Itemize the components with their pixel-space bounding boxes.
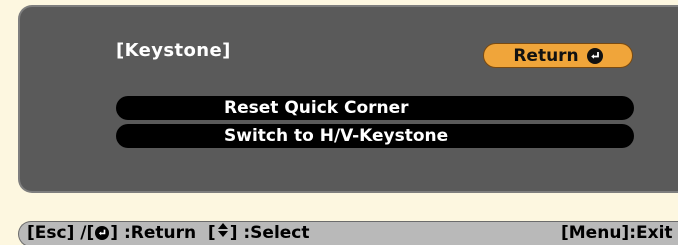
esc-hint: [Esc] /[ <box>27 223 95 243</box>
menu-item-switch-hv-keystone[interactable]: Switch to H/V-Keystone <box>116 124 634 148</box>
menu-item-reset-quick-corner[interactable]: Reset Quick Corner <box>116 96 634 120</box>
menu-title: [Keystone] <box>116 40 231 61</box>
menu-item-label: Reset Quick Corner <box>224 98 409 118</box>
navigation-hints: [Esc] /[ ] :Return [ ] :Select <box>27 222 310 244</box>
keystone-options-list: Reset Quick Corner Switch to H/V-Keyston… <box>116 96 634 149</box>
key-guide-bar: [Esc] /[ ] :Return [ ] :Select [Menu]:Ex… <box>18 221 678 245</box>
return-label: Return <box>513 45 579 66</box>
enter-icon <box>586 47 603 64</box>
exit-hint: [Menu]:Exit <box>561 223 673 243</box>
return-button[interactable]: Return <box>483 43 633 68</box>
menu-item-label: Switch to H/V-Keystone <box>224 126 449 146</box>
keystone-menu-panel: [Keystone] Return Reset Quick Corner Swi… <box>18 5 678 193</box>
up-down-arrow-icon <box>217 222 229 244</box>
select-hint: ] :Select <box>229 223 310 243</box>
return-hint: ] :Return [ <box>110 223 216 243</box>
enter-icon <box>95 226 110 240</box>
